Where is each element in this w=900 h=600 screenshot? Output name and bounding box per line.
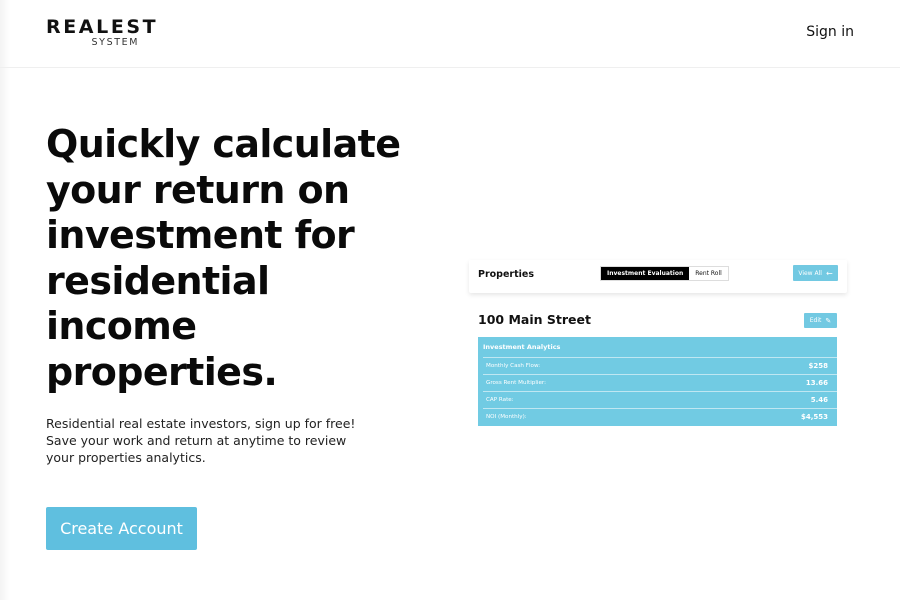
row-value: 5.46 bbox=[810, 396, 828, 404]
create-account-button[interactable]: Create Account bbox=[46, 507, 197, 550]
investment-analytics-table: Investment Analytics Monthly Cash Flow: … bbox=[478, 337, 837, 426]
row-label: Monthly Cash Flow: bbox=[486, 363, 541, 369]
preview-tabs: Investment Evaluation Rent Roll bbox=[600, 266, 729, 281]
pencil-icon: ✎ bbox=[825, 316, 832, 325]
site-header: REALEST SYSTEM Sign in bbox=[0, 0, 900, 68]
row-label: CAP Rate: bbox=[486, 397, 514, 403]
table-row: CAP Rate: 5.46 bbox=[483, 391, 837, 408]
tab-rent-roll[interactable]: Rent Roll bbox=[689, 267, 728, 280]
view-all-button[interactable]: View All ← bbox=[793, 265, 838, 281]
table-row: NOI (Monthly): $4,553 bbox=[483, 408, 837, 425]
arrow-left-icon: ← bbox=[825, 268, 833, 278]
analytics-table-title: Investment Analytics bbox=[483, 343, 561, 351]
tab-investment-evaluation[interactable]: Investment Evaluation bbox=[601, 267, 690, 280]
hero-subtitle: Residential real estate investors, sign … bbox=[46, 416, 356, 465]
properties-title: Properties bbox=[478, 269, 534, 280]
row-label: NOI (Monthly): bbox=[486, 414, 527, 420]
property-address: 100 Main Street bbox=[478, 312, 591, 327]
sign-in-link[interactable]: Sign in bbox=[806, 24, 854, 40]
row-label: Gross Rent Multiplier: bbox=[486, 380, 546, 386]
properties-preview-bar: Properties Investment Evaluation Rent Ro… bbox=[469, 260, 847, 293]
edit-label: Edit bbox=[809, 317, 822, 324]
row-value: $4,553 bbox=[800, 413, 828, 421]
logo-wordmark: REALEST bbox=[46, 16, 159, 38]
edit-button[interactable]: Edit ✎ bbox=[804, 313, 837, 328]
row-value: $258 bbox=[808, 362, 828, 370]
table-row: Gross Rent Multiplier: 13.66 bbox=[483, 374, 837, 391]
table-row: Monthly Cash Flow: $258 bbox=[483, 357, 837, 374]
brand-logo[interactable]: REALEST SYSTEM bbox=[46, 16, 159, 49]
hero-title: Quickly calculate your return on investm… bbox=[46, 122, 401, 394]
logo-subtitle: SYSTEM bbox=[91, 37, 139, 48]
row-value: 13.66 bbox=[805, 379, 828, 387]
left-edge-shade bbox=[0, 0, 10, 600]
view-all-label: View All bbox=[798, 269, 822, 277]
